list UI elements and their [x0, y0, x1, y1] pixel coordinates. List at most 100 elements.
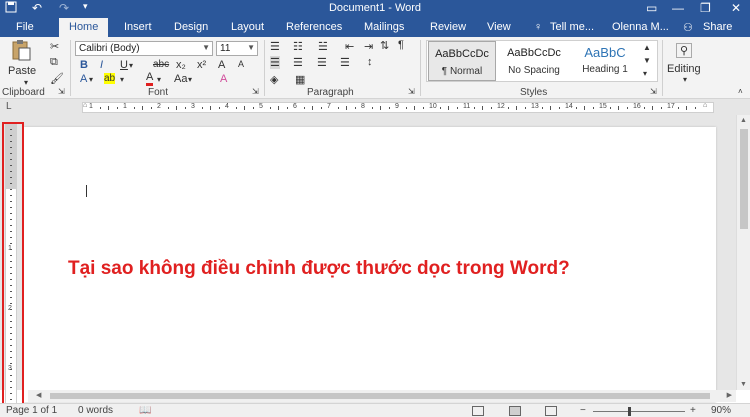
- scroll-left-icon[interactable]: ◀: [36, 391, 41, 399]
- indent-marker-icon[interactable]: ⌂: [83, 102, 87, 109]
- font-family-select[interactable]: Calibri (Body) ▼: [75, 41, 213, 56]
- grow-font-button[interactable]: A: [218, 59, 225, 71]
- superscript-button[interactable]: x²: [197, 59, 206, 71]
- bold-button[interactable]: B: [80, 59, 88, 71]
- increase-indent-icon[interactable]: ⇥: [364, 40, 373, 53]
- tab-insert[interactable]: Insert: [124, 21, 152, 33]
- zoom-slider[interactable]: [593, 411, 685, 412]
- strikethrough-button[interactable]: abc: [153, 59, 169, 70]
- align-left-icon[interactable]: ☰: [270, 56, 280, 69]
- tab-layout[interactable]: Layout: [231, 21, 264, 33]
- right-indent-marker-icon[interactable]: ⌂: [703, 102, 707, 109]
- clipboard-launcher-icon[interactable]: ⇲: [58, 87, 65, 96]
- paragraph-launcher-icon[interactable]: ⇲: [408, 87, 415, 96]
- bullets-icon[interactable]: ☰: [270, 40, 280, 53]
- tab-home[interactable]: Home: [59, 18, 109, 37]
- italic-button[interactable]: I: [100, 59, 103, 71]
- justify-icon[interactable]: ☰: [340, 56, 350, 69]
- subscript-button[interactable]: x₂: [176, 59, 186, 71]
- numbering-icon[interactable]: ☷: [293, 40, 303, 53]
- cut-icon[interactable]: ✂: [50, 40, 59, 53]
- line-spacing-icon[interactable]: ↕: [367, 56, 373, 68]
- font-color-dropdown-icon[interactable]: ▾: [157, 75, 161, 84]
- vertical-scroll-thumb[interactable]: [740, 129, 748, 229]
- horizontal-ruler[interactable]: ⌂ ⌂ 1 1 2 3 4 5 6 7 8 9 10 11 12 13 14 15 16 17: [82, 102, 714, 113]
- minimize-button[interactable]: —: [672, 1, 684, 15]
- zoom-level[interactable]: 90%: [711, 405, 731, 416]
- document-area: [0, 115, 736, 402]
- paste-button[interactable]: Paste: [8, 65, 36, 77]
- multilevel-list-icon[interactable]: ☱: [318, 40, 328, 53]
- editing-button[interactable]: Editing: [667, 63, 701, 75]
- style-heading-1[interactable]: AaBbC Heading 1: [571, 41, 639, 81]
- tab-references[interactable]: References: [286, 21, 342, 33]
- styles-scroll-down-icon[interactable]: ▼: [643, 56, 651, 65]
- decrease-indent-icon[interactable]: ⇤: [345, 40, 354, 53]
- sort-icon[interactable]: ⇅: [380, 39, 389, 52]
- font-size-select[interactable]: 11 ▼: [216, 41, 258, 56]
- align-center-icon[interactable]: ☰: [293, 56, 303, 69]
- horizontal-scroll-thumb[interactable]: [50, 393, 710, 399]
- scroll-down-icon[interactable]: ▼: [740, 381, 747, 388]
- ruler-number: 1: [89, 103, 93, 110]
- zoom-in-button[interactable]: +: [690, 405, 696, 416]
- word-count[interactable]: 0 words: [78, 405, 113, 416]
- restore-button[interactable]: ❐: [700, 1, 711, 15]
- tab-file[interactable]: File: [16, 21, 34, 33]
- close-button[interactable]: ✕: [731, 1, 741, 15]
- web-layout-icon[interactable]: [545, 406, 557, 416]
- read-mode-icon[interactable]: [472, 406, 484, 416]
- copy-icon[interactable]: ⧉: [50, 56, 58, 69]
- font-launcher-icon[interactable]: ⇲: [252, 87, 259, 96]
- shading-icon[interactable]: ◈: [270, 73, 278, 86]
- zoom-out-button[interactable]: −: [580, 405, 586, 416]
- text-effects-dropdown-icon[interactable]: ▾: [89, 75, 93, 84]
- text-effects-button[interactable]: A: [80, 73, 87, 85]
- format-painter-icon[interactable]: 🖌: [50, 72, 64, 85]
- style-no-spacing[interactable]: AaBbCcDc No Spacing: [499, 41, 569, 81]
- page-count[interactable]: Page 1 of 1: [6, 405, 57, 416]
- borders-icon[interactable]: ▦: [295, 73, 305, 86]
- font-color-button[interactable]: A: [146, 72, 154, 86]
- styles-scroll-up-icon[interactable]: ▲: [643, 43, 651, 52]
- highlight-button[interactable]: ab: [104, 73, 116, 84]
- scroll-up-icon[interactable]: ▲: [740, 117, 747, 124]
- align-right-icon[interactable]: ☰: [317, 56, 327, 69]
- styles-launcher-icon[interactable]: ⇲: [650, 87, 657, 96]
- collapse-ribbon-icon[interactable]: ˄: [738, 87, 743, 96]
- tab-design[interactable]: Design: [174, 21, 208, 33]
- paste-icon[interactable]: [10, 39, 32, 64]
- share-button[interactable]: Share: [703, 21, 732, 33]
- ribbon-display-icon[interactable]: ▭: [646, 1, 657, 15]
- change-case-button[interactable]: Aa: [174, 73, 187, 85]
- highlight-dropdown-icon[interactable]: ▾: [120, 75, 124, 84]
- ruler-tick: [278, 106, 279, 110]
- tell-me-box[interactable]: Tell me...: [550, 21, 594, 33]
- underline-dropdown-icon[interactable]: ▾: [129, 61, 133, 70]
- tab-review[interactable]: Review: [430, 21, 466, 33]
- find-icon[interactable]: ⚲: [676, 43, 693, 58]
- ruler-number: 7: [327, 103, 331, 110]
- tab-selector-icon[interactable]: L: [6, 101, 12, 112]
- vertical-scrollbar[interactable]: ▲ ▼: [736, 115, 750, 390]
- styles-more-icon[interactable]: ▾: [643, 69, 647, 78]
- user-name[interactable]: Olenna M...: [612, 21, 669, 33]
- zoom-slider-knob[interactable]: [628, 407, 631, 416]
- tab-mailings[interactable]: Mailings: [364, 21, 404, 33]
- proofing-icon[interactable]: 📖: [139, 405, 151, 416]
- horizontal-scrollbar[interactable]: ◀ ▶: [28, 390, 736, 402]
- paste-dropdown-icon[interactable]: ▾: [24, 78, 28, 87]
- change-case-dropdown-icon[interactable]: ▾: [188, 75, 192, 84]
- ruler-tick: [677, 107, 679, 109]
- share-icon[interactable]: ⚇: [683, 21, 693, 34]
- shrink-font-button[interactable]: A: [238, 59, 244, 69]
- scroll-right-icon[interactable]: ▶: [727, 391, 732, 399]
- print-layout-icon[interactable]: [509, 406, 521, 416]
- ribbon-home: Paste ▾ ✂ ⧉ 🖌 Clipboard ⇲ Calibri (Body)…: [0, 37, 750, 99]
- editing-dropdown-icon[interactable]: ▾: [683, 75, 687, 84]
- tab-view[interactable]: View: [487, 21, 511, 33]
- show-hide-icon[interactable]: ¶: [398, 39, 404, 51]
- style-normal[interactable]: AaBbCcDc ¶ Normal: [428, 41, 496, 81]
- clear-formatting-button[interactable]: A: [220, 73, 227, 85]
- underline-button[interactable]: U: [120, 59, 128, 71]
